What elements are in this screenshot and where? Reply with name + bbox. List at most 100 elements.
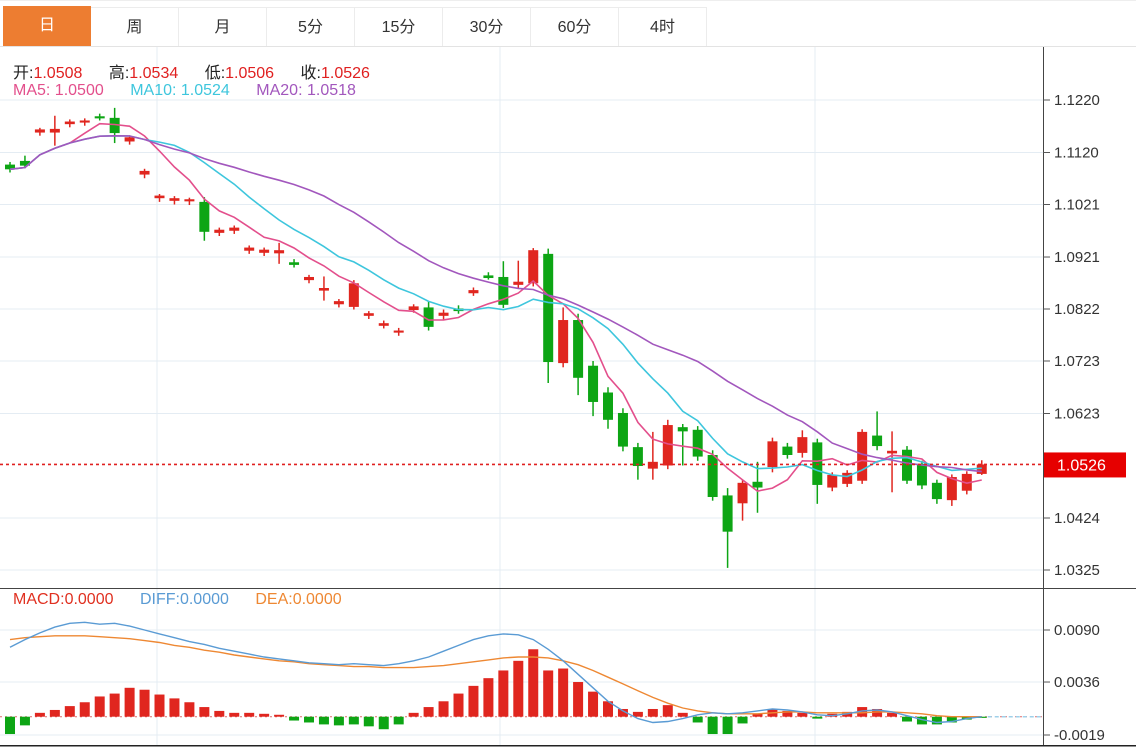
timeframe-tabbar: 日 周 月 5分 15分 30分 60分 4时	[0, 0, 1136, 47]
candle-body	[543, 254, 553, 362]
macd-bar	[483, 678, 493, 717]
candle-body	[244, 248, 254, 251]
candle-body	[797, 437, 807, 453]
macd-bar	[35, 713, 45, 717]
candle-body	[827, 475, 837, 488]
macd-bar	[20, 717, 30, 726]
macd-bar	[902, 717, 912, 722]
candle-body	[558, 320, 568, 363]
candle-body	[738, 483, 748, 503]
macd-bar	[663, 705, 673, 717]
macd-bar	[184, 702, 194, 716]
macd-bar	[169, 698, 179, 716]
macd-bar	[110, 694, 120, 717]
open-label: 开:	[13, 65, 33, 82]
macd-bar	[723, 717, 733, 734]
tab-30min[interactable]: 30分	[443, 7, 531, 46]
axis-label: 1.0822	[1054, 301, 1100, 318]
tab-daily[interactable]: 日	[3, 6, 91, 46]
macd-bar	[289, 717, 299, 721]
ma10-line	[10, 136, 982, 477]
candle-body	[483, 275, 493, 278]
candle-body	[169, 198, 179, 201]
tab-60min[interactable]: 60分	[531, 7, 619, 46]
dea-label: DEA:	[255, 591, 292, 608]
macd-bar	[274, 715, 284, 717]
candle-body	[663, 425, 673, 465]
candle-body	[35, 129, 45, 132]
candle-body	[573, 320, 583, 378]
macd-bar	[812, 717, 822, 719]
candle-body	[723, 495, 733, 531]
ma5-value: 1.0500	[55, 82, 104, 99]
candle-body	[439, 313, 449, 316]
tab-4hour[interactable]: 4时	[619, 7, 707, 46]
candle-body	[229, 228, 239, 231]
macd-bar	[797, 713, 807, 717]
candle-body	[887, 451, 897, 454]
macd-bar	[648, 709, 658, 717]
candle-body	[140, 171, 150, 175]
macd-bar	[5, 717, 15, 734]
candle-body	[349, 283, 359, 307]
macd-bar	[633, 712, 643, 717]
axis-label: -0.0019	[1054, 727, 1105, 744]
macd-bar	[95, 696, 105, 716]
macd-value: 0.0000	[65, 591, 114, 608]
macd-bar	[334, 717, 344, 726]
ma20-label: MA20:	[256, 82, 302, 99]
ma20-line	[10, 136, 982, 472]
ma20-value: 1.0518	[307, 82, 356, 99]
macd-bar	[304, 717, 314, 723]
candle-body	[857, 432, 867, 481]
macd-bar	[349, 717, 359, 725]
macd-bar	[65, 706, 75, 717]
macd-bar	[199, 707, 209, 717]
high-value: 1.0534	[129, 65, 178, 82]
macd-bar	[573, 682, 583, 717]
candle-body	[693, 430, 703, 457]
macd-bar	[50, 710, 60, 717]
ma-readout: MA5: 1.0500 MA10: 1.0524 MA20: 1.0518	[13, 82, 378, 100]
candle-body	[199, 202, 209, 232]
axis-label: 1.0921	[1054, 249, 1100, 266]
candle-body	[753, 482, 763, 488]
axis-label: 1.0325	[1054, 562, 1100, 579]
candle-body	[65, 122, 75, 125]
macd-bar	[379, 717, 389, 730]
macd-bar	[140, 690, 150, 717]
macd-bar	[543, 670, 553, 716]
axis-label: 1.0623	[1054, 406, 1100, 423]
candle-body	[633, 447, 643, 466]
tab-monthly[interactable]: 月	[179, 7, 267, 46]
candle-body	[155, 196, 165, 199]
tab-5min[interactable]: 5分	[267, 7, 355, 46]
candle-body	[708, 455, 718, 497]
candle-body	[528, 250, 538, 283]
low-value: 1.0506	[225, 65, 274, 82]
macd-bar	[364, 717, 374, 727]
candle-body	[259, 250, 269, 253]
candle-body	[767, 441, 777, 467]
candle-body	[513, 282, 523, 285]
macd-bar	[439, 701, 449, 716]
macd-bar	[454, 694, 464, 717]
candle-body	[603, 393, 613, 420]
candle-body	[409, 306, 419, 310]
tab-15min[interactable]: 15分	[355, 7, 443, 46]
tab-weekly[interactable]: 周	[91, 7, 179, 46]
candle-body	[364, 313, 374, 316]
ma5-label: MA5:	[13, 82, 50, 99]
candle-body	[304, 277, 314, 280]
candle-body	[394, 331, 404, 333]
candle-body	[468, 290, 478, 293]
candle-body	[379, 323, 389, 326]
axis-label: 1.1021	[1054, 197, 1100, 214]
macd-bar	[229, 713, 239, 717]
macd-bar	[678, 713, 688, 717]
axis-label: 0.0036	[1054, 674, 1100, 691]
axis-label: 1.0424	[1054, 510, 1100, 527]
axis-label: 1.1120	[1054, 145, 1099, 162]
ma5-line	[10, 124, 982, 491]
macd-bar	[498, 670, 508, 716]
